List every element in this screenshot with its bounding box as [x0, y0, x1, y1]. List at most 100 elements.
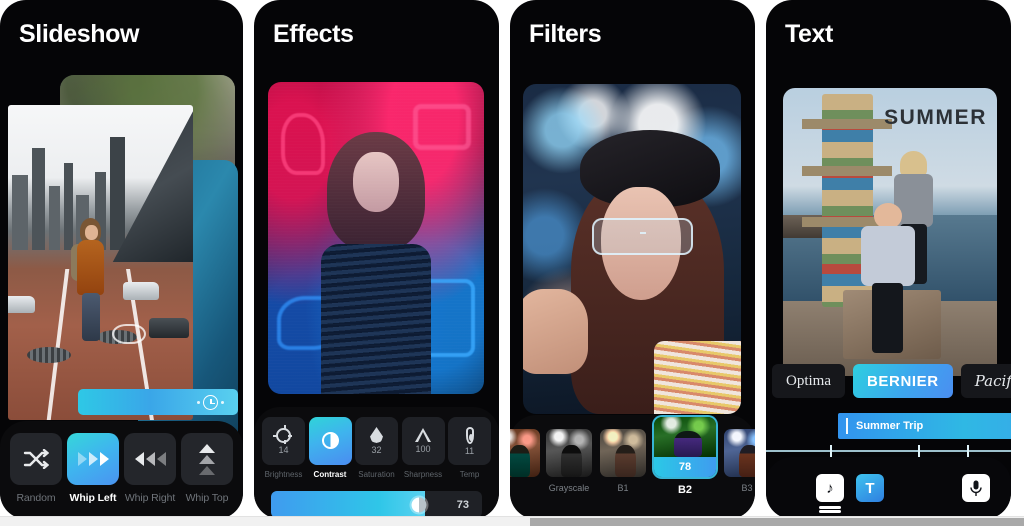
transition-whip-right[interactable]: Whip Right — [124, 433, 176, 519]
app-screenshot-strip: Slideshow Random Whip Left Whip Right Wh… — [0, 0, 1024, 526]
triangle-icon: 100 — [401, 417, 445, 465]
clock-icon — [203, 394, 218, 410]
adjustment-saturation[interactable]: 32 Saturation — [355, 417, 398, 479]
track-marker[interactable] — [917, 445, 920, 457]
lane-marking-left — [46, 268, 70, 420]
music-glyph: ♪ — [826, 479, 834, 497]
transition-toolbar: Random Whip Left Whip Right Whip Top — [0, 421, 243, 519]
adjustment-label: Saturation — [358, 470, 395, 479]
filter-thumbnail[interactable] — [510, 429, 540, 483]
horizontal-scrollbar[interactable] — [0, 516, 1024, 526]
thermometer-icon: 11 — [448, 417, 491, 465]
droplet-icon: 32 — [355, 417, 398, 465]
slideshow-duration-bar[interactable] — [78, 389, 238, 415]
face — [84, 225, 98, 241]
scrollbar-thumb[interactable] — [530, 518, 1024, 526]
bike-lane-icon — [111, 324, 146, 345]
road-medallion — [26, 347, 71, 364]
clip-handle[interactable] — [846, 418, 848, 434]
text-toolbar: ♪ T — [766, 457, 1011, 519]
adjustment-value: 14 — [278, 444, 289, 455]
adjustment-value: 11 — [464, 445, 475, 456]
effects-toolbar: 14 Brightness Contrast 32 Saturation 100… — [254, 407, 499, 519]
adjustment-label: Brightness — [264, 470, 303, 479]
filter-b3[interactable]: B3 — [724, 429, 755, 493]
whip-left-icon — [67, 433, 119, 485]
text-clip[interactable]: Summer Trip — [838, 413, 1011, 439]
filter-b1[interactable]: B1 — [600, 429, 646, 493]
track-marker[interactable] — [966, 445, 969, 457]
adjustment-brightness[interactable]: 14 Brightness — [262, 417, 305, 479]
striped-shirt — [653, 341, 741, 414]
adjustment-slider[interactable]: 73 — [271, 491, 482, 518]
whip-top-icon — [181, 433, 233, 485]
adjustment-list: 14 Brightness Contrast 32 Saturation 100… — [262, 417, 491, 479]
music-icon[interactable]: ♪ — [816, 474, 844, 509]
panel-slideshow: Slideshow Random Whip Left Whip Right Wh… — [0, 0, 243, 519]
jacket — [76, 240, 104, 296]
transition-whip-top[interactable]: Whip Top — [181, 433, 233, 519]
transition-label: Whip Left — [69, 492, 117, 504]
adjustment-label: Contrast — [313, 470, 347, 479]
adjustment-value: 32 — [371, 445, 382, 455]
filter-preview — [510, 429, 540, 477]
person-with-backpack — [70, 218, 111, 410]
jeans — [81, 293, 100, 342]
slideshow-foreground-photo — [8, 105, 193, 420]
filter-label: B3 — [741, 483, 753, 493]
filters-preview-photo — [523, 84, 741, 414]
adjustment-contrast[interactable]: Contrast — [308, 417, 352, 479]
duration-control[interactable] — [197, 394, 224, 410]
clip-label: Summer Trip — [856, 420, 924, 432]
filters-toolbar: Grayscale B1 78 B2 B3 — [510, 415, 755, 519]
font-option-optima[interactable]: Optima — [772, 364, 845, 398]
slider-knob[interactable] — [411, 497, 427, 512]
transition-whip-left[interactable]: Whip Left — [67, 433, 119, 519]
text-overlay[interactable]: SUMMER — [884, 106, 987, 130]
transition-random[interactable]: Random — [10, 433, 62, 519]
transition-label: Random — [16, 492, 56, 504]
adjustment-label: Sharpness — [403, 470, 443, 479]
car — [8, 295, 35, 313]
microphone-icon[interactable] — [962, 474, 990, 502]
font-option-bernier[interactable]: BERNIER — [853, 364, 953, 398]
adjustment-label: Temp — [459, 470, 480, 479]
timeline-track[interactable] — [766, 445, 1011, 457]
tick-right — [221, 400, 224, 404]
car — [148, 318, 189, 339]
filter-label: B2 — [677, 484, 693, 496]
track-marker[interactable] — [829, 445, 832, 457]
page-title-slideshow: Slideshow — [19, 20, 140, 48]
filter-label: Grayscale — [548, 483, 590, 493]
eyeglasses — [592, 218, 694, 256]
seated-person — [860, 203, 916, 353]
effects-preview-photo — [268, 82, 484, 394]
sweater — [861, 225, 915, 286]
transition-label: Whip Top — [185, 492, 229, 504]
page-title-filters: Filters — [529, 20, 602, 48]
filter-list: Grayscale B1 78 B2 B3 — [510, 417, 755, 496]
adjustment-sharpness[interactable]: 100 Sharpness — [401, 417, 445, 479]
transition-label: Whip Right — [124, 492, 176, 504]
font-picker: Optima BERNIER Pacifico — [766, 364, 1011, 398]
sun-icon: 14 — [262, 417, 305, 465]
filter-preview — [724, 429, 755, 477]
adjustment-temp[interactable]: 11 Temp — [448, 417, 491, 479]
filter-label: B1 — [617, 483, 629, 493]
track-line — [766, 450, 1011, 452]
text-icon[interactable]: T — [856, 474, 884, 502]
car — [122, 282, 159, 301]
panel-effects: Effects 14 Brightness Contrast 32 Satura… — [254, 0, 499, 519]
filter-grayscale[interactable]: Grayscale — [546, 429, 592, 493]
whip-right-icon — [124, 433, 176, 485]
font-option-pacifico[interactable]: Pacifico — [960, 364, 1011, 398]
filter-preview: 78 — [654, 417, 716, 477]
text-preview-photo: SUMMER — [783, 88, 997, 376]
filter-preview — [546, 429, 592, 477]
hand — [523, 288, 589, 375]
text-glyph: T — [865, 479, 875, 497]
shuffle-icon — [10, 433, 62, 485]
pants — [872, 282, 904, 353]
filter-b2[interactable]: 78 B2 — [654, 417, 716, 496]
film-grain — [268, 82, 484, 394]
